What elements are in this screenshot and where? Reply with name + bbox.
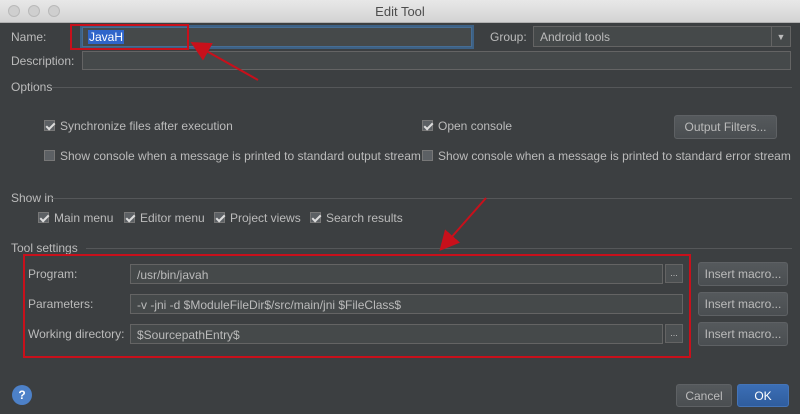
arrow-to-tool-settings-icon — [439, 197, 487, 252]
arrow-to-name-icon — [190, 42, 259, 81]
annotation-arrows — [190, 42, 487, 252]
